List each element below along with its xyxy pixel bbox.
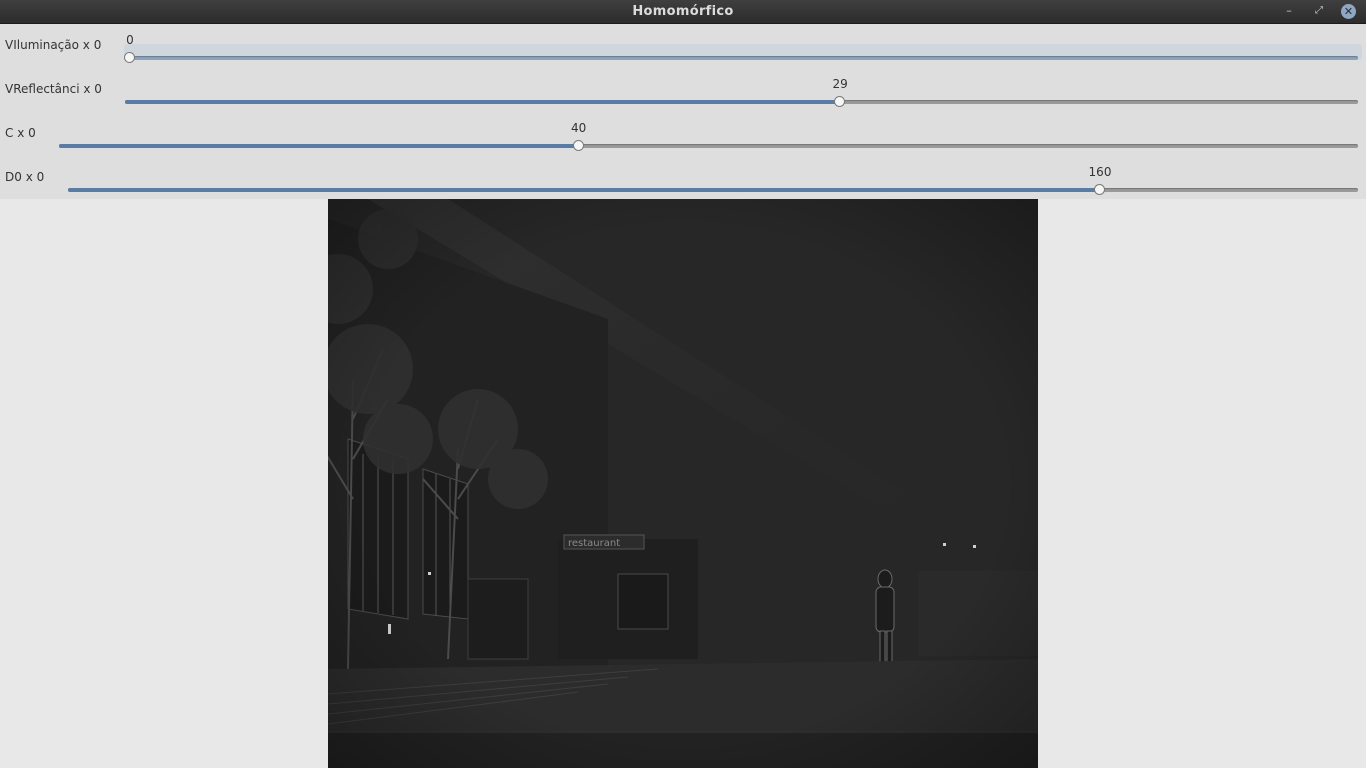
trackbar-label-d0: D0 x 0: [5, 170, 45, 184]
trackbar-c[interactable]: 40: [59, 121, 1358, 151]
trackbar-iluminacao[interactable]: 0: [124, 33, 1358, 63]
filtered-image: restaurant: [328, 199, 1038, 768]
trackbar-handle[interactable]: [1094, 183, 1105, 195]
trackbar-label-reflectancia: VReflectânci x 0: [5, 82, 102, 96]
trackbar-row-iluminacao: VIluminação x 0 0: [0, 24, 1366, 68]
trackbar-row-d0: D0 x 0 160: [0, 156, 1366, 200]
trackbar-fill: [125, 99, 841, 104]
street-scene-image: restaurant: [328, 199, 1038, 768]
trackbar-handle[interactable]: [124, 51, 135, 63]
trackbar-row-c: C x 0 40: [0, 112, 1366, 156]
trackbar-d0[interactable]: 160: [68, 165, 1358, 195]
trackbar-handle[interactable]: [834, 95, 846, 107]
maximize-icon[interactable]: ⤢: [1311, 3, 1327, 19]
minimize-icon[interactable]: –: [1281, 3, 1297, 19]
trackbar-label-iluminacao: VIluminação x 0: [5, 38, 102, 52]
window-titlebar[interactable]: Homomórfico – ⤢ ✕: [0, 0, 1366, 24]
trackbar-row-reflectancia: VReflectânci x 0 29: [0, 68, 1366, 112]
trackbar-value: 160: [1088, 164, 1112, 179]
trackbar-fill: [59, 143, 579, 148]
trackbar-value: 0: [126, 32, 134, 47]
close-icon[interactable]: ✕: [1341, 4, 1356, 19]
trackbar-reflectancia[interactable]: 29: [125, 77, 1358, 107]
trackbar-label-c: C x 0: [5, 126, 36, 140]
trackbar-fill: [68, 187, 1100, 192]
window-title: Homomórfico: [632, 4, 734, 19]
trackbar-value: 40: [570, 120, 587, 135]
trackbar-handle[interactable]: [572, 139, 584, 151]
trackbar-panel: VIluminação x 0 0 VReflectânci x 0 29 C …: [0, 24, 1366, 199]
trackbar-value: 29: [832, 76, 848, 91]
image-viewport: restaurant: [0, 199, 1366, 768]
